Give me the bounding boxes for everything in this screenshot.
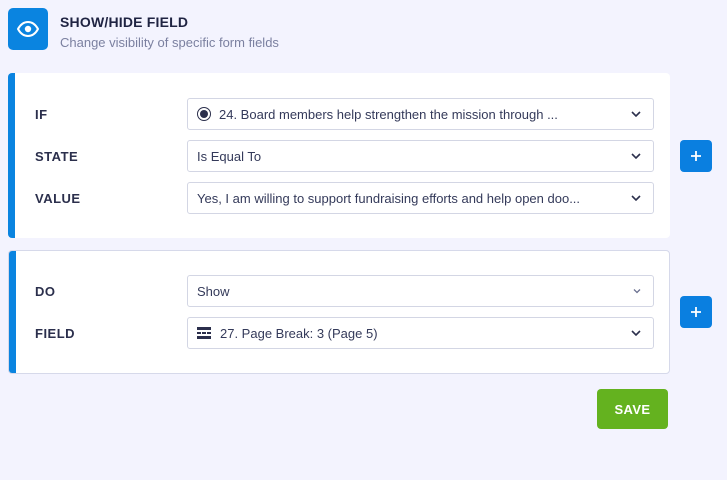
plus-icon bbox=[691, 307, 701, 317]
chevron-down-icon bbox=[631, 195, 641, 201]
page-break-icon bbox=[197, 327, 211, 339]
if-select-value: 24. Board members help strengthen the mi… bbox=[219, 106, 558, 122]
field-select[interactable]: 27. Page Break: 3 (Page 5) bbox=[187, 317, 654, 349]
add-action-button[interactable] bbox=[680, 296, 712, 328]
add-condition-button[interactable] bbox=[680, 140, 712, 172]
header: SHOW/HIDE FIELD Change visibility of spe… bbox=[8, 8, 279, 50]
state-select[interactable]: Is Equal To bbox=[187, 140, 654, 172]
field-label: FIELD bbox=[35, 325, 76, 341]
value-row: VALUE Yes, I am willing to support fundr… bbox=[35, 182, 654, 214]
do-row: DO Show bbox=[35, 275, 654, 307]
plus-icon bbox=[691, 151, 701, 161]
do-label: DO bbox=[35, 283, 56, 299]
if-label: IF bbox=[35, 106, 48, 122]
eye-icon bbox=[8, 8, 48, 50]
chevron-down-icon bbox=[631, 330, 641, 336]
do-select-value: Show bbox=[197, 283, 230, 299]
page-subtitle: Change visibility of specific form field… bbox=[60, 35, 279, 50]
condition-card: IF 24. Board members help strengthen the… bbox=[8, 73, 670, 238]
field-select-value: 27. Page Break: 3 (Page 5) bbox=[220, 325, 378, 341]
field-row: FIELD 27. Page Break: 3 (Page 5) bbox=[35, 317, 654, 349]
if-select[interactable]: 24. Board members help strengthen the mi… bbox=[187, 98, 654, 130]
chevron-down-icon bbox=[631, 153, 641, 159]
radio-icon bbox=[197, 107, 211, 121]
if-row: IF 24. Board members help strengthen the… bbox=[35, 98, 654, 130]
value-label: VALUE bbox=[35, 190, 81, 206]
save-button[interactable]: SAVE bbox=[597, 389, 668, 429]
chevron-down-icon bbox=[631, 111, 641, 117]
chevron-down-icon bbox=[633, 289, 641, 294]
page-title: SHOW/HIDE FIELD bbox=[60, 14, 189, 30]
action-card: DO Show FIELD 27. Page Break: 3 (Page 5) bbox=[8, 250, 670, 374]
value-select-value: Yes, I am willing to support fundraising… bbox=[197, 190, 581, 206]
do-select[interactable]: Show bbox=[187, 275, 654, 307]
state-label: STATE bbox=[35, 148, 79, 164]
value-select[interactable]: Yes, I am willing to support fundraising… bbox=[187, 182, 654, 214]
state-row: STATE Is Equal To bbox=[35, 140, 654, 172]
state-select-value: Is Equal To bbox=[197, 148, 262, 164]
